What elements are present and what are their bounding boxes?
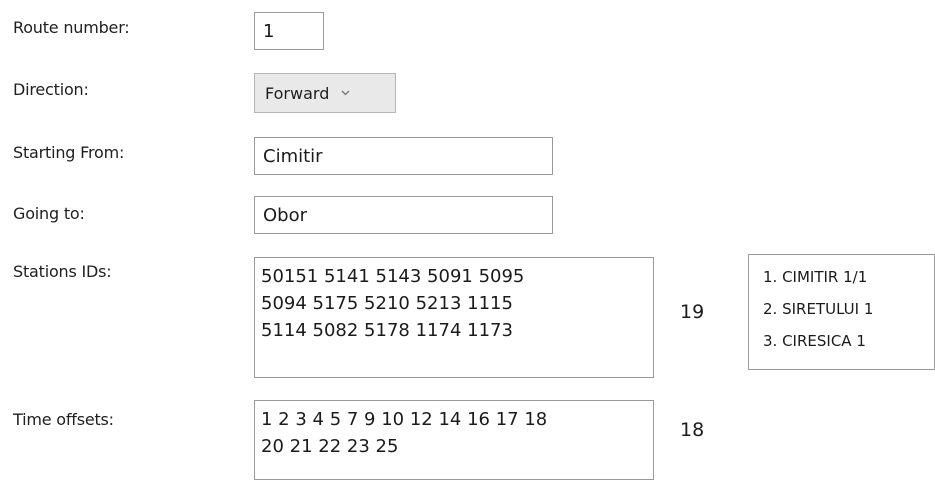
direction-selected-value: Forward [265, 83, 330, 103]
stations-ids-line: 5094 5175 5210 5213 1115 [261, 293, 513, 314]
going-to-label: Going to: [13, 204, 85, 223]
time-offsets-count: 18 [680, 419, 705, 441]
starting-from-input[interactable] [263, 138, 552, 174]
starting-from-field[interactable] [254, 137, 553, 175]
starting-from-label: Starting From: [13, 143, 125, 162]
stations-listbox[interactable]: 1. CIMITIR 1/1 2. SIRETULUI 1 3. CIRESIC… [748, 254, 935, 370]
stations-count: 19 [680, 301, 705, 323]
station-list-item[interactable]: 1. CIMITIR 1/1 [749, 261, 934, 293]
going-to-input[interactable] [263, 197, 552, 233]
station-list-item[interactable]: 3. CIRESICA 1 [749, 325, 934, 357]
time-offsets-line: 1 2 3 4 5 7 9 10 12 14 16 17 18 [261, 409, 548, 430]
time-offsets-label: Time offsets: [13, 410, 114, 429]
stations-ids-line: 50151 5141 5143 5091 5095 [261, 266, 525, 287]
going-to-field[interactable] [254, 196, 553, 234]
time-offsets-line: 20 21 22 23 25 [261, 436, 399, 457]
chevron-down-icon [341, 86, 350, 99]
direction-label: Direction: [13, 80, 89, 99]
direction-dropdown[interactable]: Forward [254, 73, 396, 113]
station-list-item[interactable]: 2. SIRETULUI 1 [749, 293, 934, 325]
stations-ids-line: 5114 5082 5178 1174 1173 [261, 320, 513, 341]
stations-ids-label: Stations IDs: [13, 262, 112, 281]
route-number-input[interactable] [263, 13, 323, 49]
time-offsets-textarea[interactable]: 1 2 3 4 5 7 9 10 12 14 16 17 18 20 21 22… [254, 400, 654, 480]
stations-ids-textarea[interactable]: 50151 5141 5143 5091 5095 5094 5175 5210… [254, 257, 654, 378]
route-number-field[interactable] [254, 12, 324, 50]
route-number-label: Route number: [13, 18, 130, 37]
